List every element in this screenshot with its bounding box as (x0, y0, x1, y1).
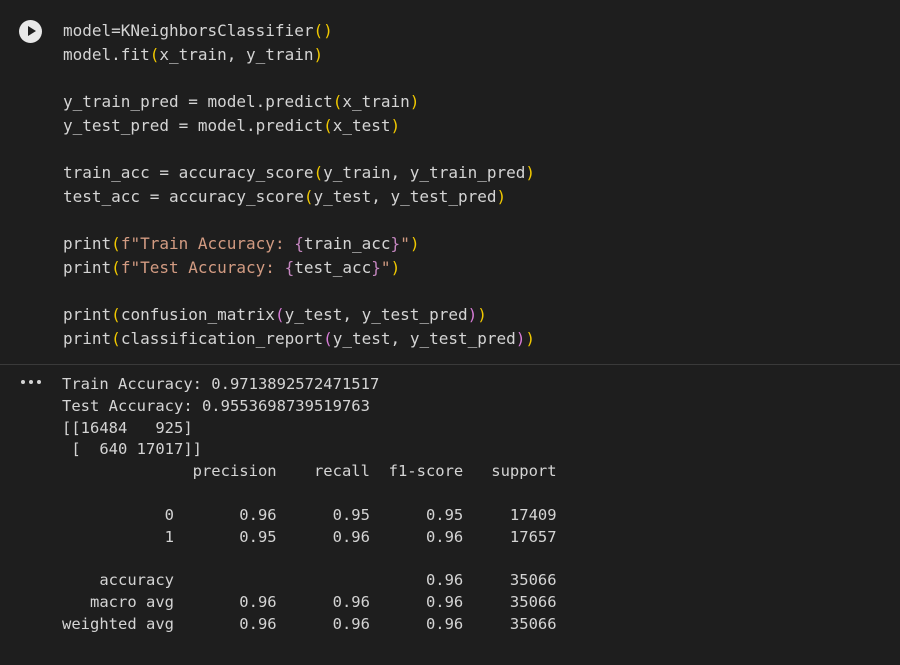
code-token: print (63, 328, 112, 348)
output-line: [[16484 925] (62, 418, 193, 437)
more-horizontal-icon (21, 380, 25, 384)
code-token: ( (332, 92, 343, 112)
code-token: x_train, y_train (159, 44, 314, 64)
code-token: model.fit (63, 44, 150, 64)
code-token: y_test, y_test_pred (332, 328, 516, 348)
code-token: print (63, 257, 112, 277)
code-token: ) (409, 92, 420, 112)
code-editor[interactable]: model=KNeighborsClassifier() model.fit(x_… (0, 0, 900, 365)
code-line[interactable] (63, 137, 535, 161)
code-line[interactable]: print(classification_report(y_test, y_te… (63, 327, 535, 351)
code-token: y_test, y_test_pred (313, 186, 497, 206)
code-line[interactable]: train_acc = accuracy_score(y_train, y_tr… (63, 161, 535, 185)
code-token: { (294, 234, 304, 254)
code-line[interactable]: print(confusion_matrix(y_test, y_test_pr… (63, 303, 535, 327)
code-token: ( (323, 328, 333, 348)
code-token: () (313, 21, 333, 40)
code-line[interactable]: y_test_pred = model.predict(x_test) (63, 114, 535, 138)
code-token: y_train_pred = model.predict (63, 92, 333, 112)
notebook-cell: model=KNeighborsClassifier() model.fit(x_… (0, 0, 900, 665)
code-line[interactable]: y_train_pred = model.predict(x_train) (63, 90, 535, 114)
code-token: ) (525, 163, 536, 183)
code-token: confusion_matrix (120, 305, 275, 325)
code-token: } (371, 257, 381, 277)
code-token: ) (409, 234, 420, 254)
code-token: x_train (342, 92, 410, 112)
code-token: test_acc (294, 257, 372, 277)
code-token: y_test_pred = model.predict (63, 115, 324, 135)
code-token: ( (111, 305, 121, 325)
code-token: } (390, 234, 401, 254)
code-token: ) (477, 305, 487, 325)
code-token: y_test, y_test_pred (284, 305, 468, 325)
code-token: print (63, 234, 112, 254)
output-text: Train Accuracy: 0.9713892572471517 Test A… (62, 374, 557, 636)
code-line[interactable]: print(f"Train Accuracy: {train_acc}") (63, 232, 535, 256)
output-line: [ 640 17017]] (62, 440, 202, 459)
output-line: 0 0.96 0.95 0.95 17409 (62, 505, 557, 524)
cell-output: Train Accuracy: 0.9713892572471517 Test A… (0, 365, 900, 665)
code-line[interactable]: model.fit(x_train, y_train) (63, 43, 535, 67)
code-line[interactable]: test_acc = accuracy_score(y_test, y_test… (63, 185, 535, 209)
code-token: ( (313, 163, 324, 183)
code-token: test_acc = accuracy_score (63, 186, 304, 206)
code-token: y_train, y_train_pred (323, 163, 526, 183)
more-horizontal-icon (37, 380, 41, 384)
code-line[interactable] (63, 66, 535, 90)
code-token: x_test (332, 115, 391, 135)
code-token: ( (111, 257, 121, 277)
code-token: ) (467, 305, 478, 325)
play-icon (28, 26, 36, 36)
code-token: model=KNeighborsClassifier (63, 21, 314, 40)
code-token: train_acc (303, 234, 391, 254)
code-line[interactable]: print(f"Test Accuracy: {test_acc}") (63, 256, 535, 280)
code-token: " (400, 234, 410, 254)
code-token: ( (149, 44, 160, 64)
code-token: " (380, 257, 391, 277)
code-token: ( (111, 328, 121, 348)
code-line[interactable]: model=KNeighborsClassifier() (63, 19, 535, 43)
code-token: train_acc = accuracy_score (63, 163, 314, 183)
code-token: f"Test Accuracy: (120, 257, 285, 277)
code-token: ) (496, 186, 507, 206)
output-line: accuracy 0.96 35066 (62, 571, 557, 590)
code-token: print (63, 305, 112, 325)
code-lines[interactable]: model=KNeighborsClassifier() model.fit(x_… (63, 19, 535, 351)
code-token: ) (313, 44, 324, 64)
output-more-button[interactable] (20, 373, 42, 391)
run-cell-button[interactable] (19, 20, 42, 43)
code-token: { (284, 257, 295, 277)
output-line: weighted avg 0.96 0.96 0.96 35066 (62, 614, 557, 633)
output-line: precision recall f1-score support (62, 462, 557, 481)
code-token: ) (525, 328, 536, 348)
code-token: ) (515, 328, 526, 348)
code-token: classification_report (120, 328, 324, 348)
output-line: Test Accuracy: 0.9553698739519763 (62, 396, 370, 415)
output-line: Train Accuracy: 0.9713892572471517 (62, 375, 380, 393)
code-token: ( (111, 234, 121, 254)
code-line[interactable] (63, 209, 535, 233)
code-token: ) (390, 115, 401, 135)
output-line: 1 0.95 0.96 0.96 17657 (62, 527, 557, 546)
output-line: macro avg 0.96 0.96 0.96 35066 (62, 592, 557, 611)
code-token: ) (390, 257, 401, 277)
more-horizontal-icon (29, 380, 33, 384)
code-token: ( (274, 305, 285, 325)
code-token: ( (323, 115, 333, 135)
code-token: f"Train Accuracy: (120, 234, 295, 254)
code-line[interactable] (63, 280, 535, 304)
